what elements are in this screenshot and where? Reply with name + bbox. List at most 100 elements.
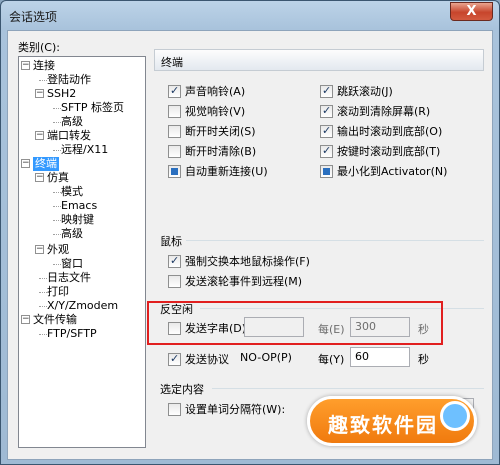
terminal-panel: 终端 声音响铃(A) 跳跃滚动(J) 视觉响铃(V) 滚动到清除屏幕(R) 断开时关闭(… [154, 43, 484, 453]
checkbox-icon [168, 124, 181, 138]
tree-connector [53, 108, 61, 109]
tree-item[interactable]: X/Y/Zmodem [47, 299, 118, 313]
terminal-option-checkbox[interactable]: 最小化到Activator(N) [320, 163, 447, 179]
magnifier-icon [440, 401, 470, 431]
checkbox-label: 自动重新连接(U) [185, 165, 268, 178]
selection-group-divider [212, 388, 484, 389]
tree-connector [39, 334, 47, 335]
tree-item[interactable]: 映射键 [61, 213, 94, 227]
tree-connector [53, 220, 61, 221]
checkbox-label: 设置单词分隔符(W): [185, 403, 286, 416]
word-delimiter-checkbox[interactable]: 设置单词分隔符(W): [168, 401, 285, 417]
close-button[interactable]: X [450, 2, 493, 21]
checkbox-label: 强制交换本地鼠标操作(F) [185, 255, 310, 268]
tree-expander-icon[interactable]: − [21, 61, 30, 70]
tree-item[interactable]: 终端 [33, 157, 59, 171]
category-tree[interactable]: − 连接 登陆动作 − SSH2 SFTP 标签页 高级 − 端口转发 远程/X11− 终端 − 仿真模… [18, 56, 146, 448]
tree-connector [53, 206, 61, 207]
protocol-interval-input[interactable]: 60 [350, 347, 410, 367]
tree-connector [53, 192, 61, 193]
checkbox-label: 断开时关闭(S) [185, 125, 256, 138]
terminal-option-checkbox[interactable]: 输出时滚动到底部(O) [320, 123, 442, 139]
tree-item[interactable]: 日志文件 [47, 271, 91, 285]
tree-item[interactable]: 连接 [33, 59, 55, 73]
tree-connector [39, 292, 47, 293]
checkbox-icon [320, 144, 333, 158]
tree-item[interactable]: 高级 [61, 115, 83, 129]
checkbox-icon [168, 104, 181, 118]
window-title: 会话选项 [9, 10, 58, 24]
tree-item[interactable]: 远程/X11 [61, 143, 108, 157]
checkbox-label: 断开时清除(B) [185, 145, 257, 158]
checkbox-label: 声音响铃(A) [185, 85, 246, 98]
checkbox-icon [168, 144, 181, 158]
checkbox-label: 发送滚轮事件到远程(M) [185, 275, 303, 288]
tree-connector [53, 150, 61, 151]
terminal-option-checkbox[interactable]: 自动重新连接(U) [168, 163, 268, 179]
tree-item[interactable]: 外观 [47, 243, 69, 257]
checkbox-label: 跳跃滚动(J) [337, 85, 393, 98]
tree-expander-icon[interactable]: − [21, 315, 30, 324]
panel-title: 终端 [161, 56, 183, 69]
title-bar[interactable]: 会话选项 X [1, 1, 499, 31]
checkbox-icon [168, 164, 181, 178]
tree-item[interactable]: SSH2 [47, 87, 76, 101]
protocol-label: NO-OP(P) [240, 351, 292, 364]
watermark-text: 趣致软件园 [328, 413, 438, 437]
checkbox-label: 滚动到清除屏幕(R) [337, 105, 431, 118]
checkbox-label: 最小化到Activator(N) [337, 165, 448, 178]
terminal-option-checkbox[interactable]: 声音响铃(A) [168, 83, 245, 99]
terminal-option-checkbox[interactable]: 断开时清除(B) [168, 143, 256, 159]
checkbox-icon [320, 164, 333, 178]
checkbox-icon [320, 104, 333, 118]
tree-item[interactable]: FTP/SFTP [47, 327, 97, 341]
terminal-option-checkbox[interactable]: 视觉响铃(V) [168, 103, 245, 119]
seconds-unit: 秒 [418, 353, 429, 366]
highlight-annotation [147, 301, 443, 345]
panel-header: 终端 [154, 49, 484, 71]
terminal-option-checkbox[interactable]: 跳跃滚动(J) [320, 83, 393, 99]
terminal-option-checkbox[interactable]: 按键时滚动到底部(T) [320, 143, 440, 159]
tree-item[interactable]: Emacs [61, 199, 97, 213]
tree-item[interactable]: 窗口 [61, 257, 83, 271]
swap-mouse-checkbox[interactable]: 强制交换本地鼠标操作(F) [168, 253, 310, 269]
send-protocol-checkbox[interactable]: 发送协议 [168, 351, 229, 367]
tree-item[interactable]: 高级 [61, 227, 83, 241]
checkbox-icon [168, 254, 181, 268]
wheel-events-checkbox[interactable]: 发送滚轮事件到远程(M) [168, 273, 302, 289]
tree-item[interactable]: 打印 [47, 285, 69, 299]
tree-item[interactable]: SFTP 标签页 [61, 101, 124, 115]
tree-expander-icon[interactable]: − [35, 173, 44, 182]
watermark-logo: 趣致软件园 [307, 396, 477, 446]
terminal-option-checkbox[interactable]: 断开时关闭(S) [168, 123, 256, 139]
tree-item[interactable]: 端口转发 [47, 129, 91, 143]
checkbox-icon [320, 84, 333, 98]
tree-expander-icon[interactable]: − [21, 159, 30, 168]
session-options-dialog: 会话选项 X 类别(C): − 连接 登陆动作 − SSH2 SFTP 标签页 高级 − 端口转… [0, 0, 500, 465]
tree-connector [53, 234, 61, 235]
checkbox-icon [168, 274, 181, 288]
tree-item[interactable]: 文件传输 [33, 313, 77, 327]
checkbox-label: 输出时滚动到底部(O) [337, 125, 443, 138]
tree-connector [39, 80, 47, 81]
tree-item[interactable]: 登陆动作 [47, 73, 91, 87]
tree-expander-icon[interactable]: − [35, 89, 44, 98]
checkbox-label: 视觉响铃(V) [185, 105, 246, 118]
tree-item[interactable]: 仿真 [47, 171, 69, 185]
checkbox-label: 发送协议 [185, 353, 229, 366]
tree-connector [39, 278, 47, 279]
tree-expander-icon[interactable]: − [35, 131, 44, 140]
tree-item[interactable]: 模式 [61, 185, 83, 199]
checkbox-icon [320, 124, 333, 138]
tree-connector [53, 264, 61, 265]
mouse-group-divider [186, 240, 484, 241]
every-label: 每(Y) [318, 353, 345, 366]
terminal-option-checkbox[interactable]: 滚动到清除屏幕(R) [320, 103, 430, 119]
checkbox-icon [168, 402, 181, 416]
selection-group-title: 选定内容 [160, 383, 204, 396]
tree-connector [53, 122, 61, 123]
checkbox-label: 按键时滚动到底部(T) [337, 145, 441, 158]
category-label: 类别(C): [18, 41, 60, 54]
tree-connector [39, 306, 47, 307]
tree-expander-icon[interactable]: − [35, 245, 44, 254]
